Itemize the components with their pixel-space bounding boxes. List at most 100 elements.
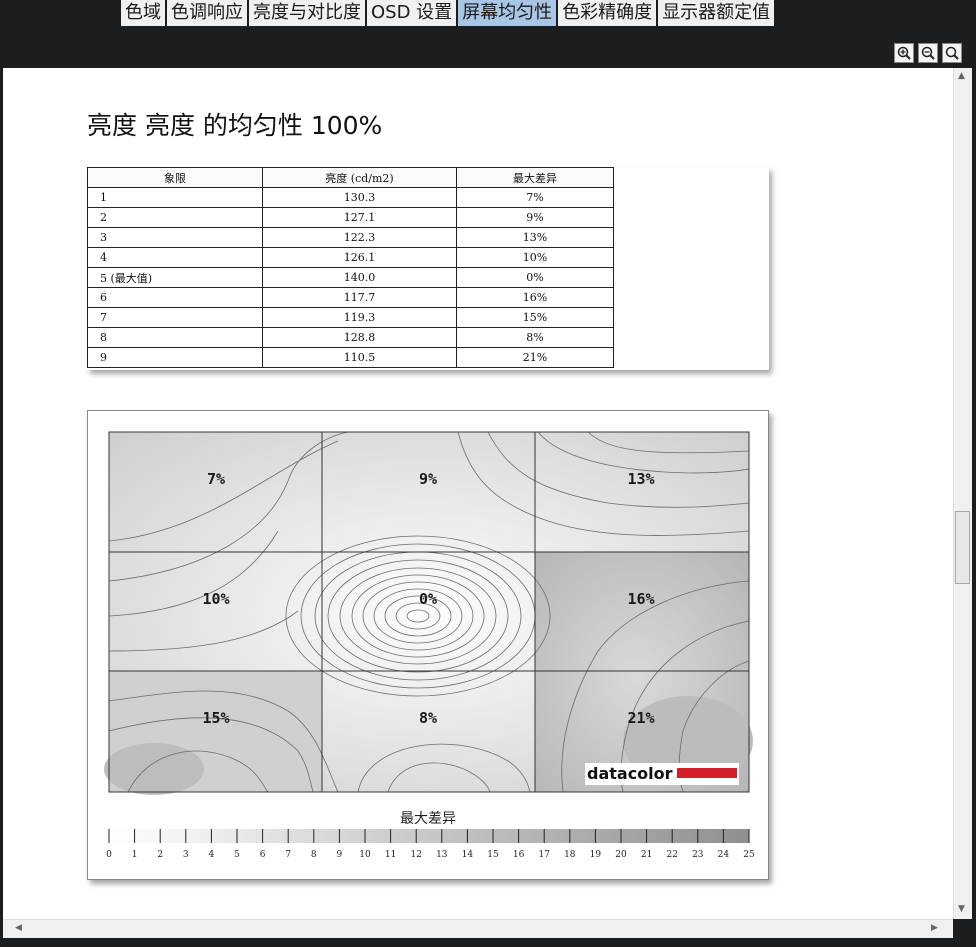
scroll-right-icon[interactable]: ▶ [931,923,938,933]
legend-tick-label: 25 [743,850,755,860]
table-row: 5 (最大值) 140.0 0% [87,267,614,288]
zoom-in-icon [897,46,911,60]
tab-screen-uniformity[interactable]: 屏幕均匀性 [458,0,557,26]
table-cell: 9% [456,207,614,228]
vertical-scroll-thumb[interactable] [955,511,970,584]
legend-tick-label: 15 [487,850,499,860]
uniformity-heatmap: 7% 9% 13% 10% 0% 16% 15% 8% 21% datacolo… [104,431,755,860]
tab-color-accuracy[interactable]: 色彩精确度 [558,0,657,26]
legend-tick-label: 20 [615,850,627,860]
legend-tick-label: 0 [106,850,112,860]
legend-tick-label: 24 [718,850,730,860]
zoom-out-icon [921,46,935,60]
legend-tick-label: 23 [692,850,704,860]
table-cell: 110.5 [262,347,457,368]
column-header: 亮度 (cd/m2) [262,167,457,188]
table-cell: 13% [456,227,614,248]
legend-tick-label: 10 [359,850,371,860]
quadrant-label: 10% [202,590,229,608]
quadrant-table: 象限 亮度 (cd/m2) 最大差异 1 130.3 7% 2 127.1 9% 3 12… [87,167,614,368]
legend-tick-label: 18 [564,850,576,860]
quadrant-label: 9% [419,470,437,488]
tab-osd-settings[interactable]: OSD 设置 [367,0,457,26]
report-viewport: 亮度 亮度 的均匀性 100% 象限 亮度 (cd/m2) 最大差异 1 130.… [3,68,953,919]
table-row: 7 119.3 15% [87,307,614,328]
table-cell: 0% [456,267,614,288]
quadrant-label: 21% [627,709,654,727]
legend-tick-label: 11 [385,850,396,860]
tab-color-gamut[interactable]: 色域 [121,0,165,26]
table-cell: 15% [456,307,614,328]
legend-tick-label: 12 [410,850,421,860]
quadrant-label: 7% [207,470,225,488]
table-cell: 117.7 [262,287,457,308]
datacolor-logo: datacolor [585,763,739,785]
quadrant-label: 8% [419,709,437,727]
table-cell: 126.1 [262,247,457,268]
table-cell: 7 [87,307,263,328]
legend-tick-label: 9 [337,850,343,860]
legend-tick-label: 4 [209,850,215,860]
legend-scale: 0 1 2 3 4 5 6 7 8 9 10 11 12 13 14 15 16 17 18 19 20 21 22 23 24… [106,829,755,860]
legend-tick-label: 19 [590,850,602,860]
legend-tick-label: 2 [157,850,163,860]
zoom-fit-icon [945,46,959,60]
column-header: 象限 [87,167,263,188]
legend-tick-label: 3 [183,850,189,860]
table-cell: 1 [87,187,263,208]
scroll-left-icon[interactable]: ◀ [15,923,22,933]
scroll-up-icon[interactable]: ▲ [958,71,965,81]
table-cell: 4 [87,247,263,268]
zoom-out-button[interactable] [918,43,938,63]
table-row: 1 130.3 7% [87,187,614,208]
quadrant-label: 15% [202,709,229,727]
table-row: 3 122.3 13% [87,227,614,248]
legend-tick-label: 6 [260,850,266,860]
table-cell: 10% [456,247,614,268]
uniformity-heatmap-card: 7% 9% 13% 10% 0% 16% 15% 8% 21% datacolo… [87,410,769,880]
zoom-fit-button[interactable] [942,43,962,63]
table-cell: 6 [87,287,263,308]
legend-tick-label: 8 [311,850,317,860]
legend-title: 最大差异 [400,811,456,827]
legend-tick-label: 14 [462,850,474,860]
quadrant-label: 0% [419,590,437,608]
table-cell: 119.3 [262,307,457,328]
table-cell: 2 [87,207,263,228]
legend-tick-label: 13 [436,850,448,860]
logo-text: datacolor [587,764,673,783]
quadrant-label: 16% [627,590,654,608]
tab-tone-response[interactable]: 色调响应 [167,0,247,26]
legend-tick-label: 21 [641,850,652,860]
table-cell: 140.0 [262,267,457,288]
table-cell: 130.3 [262,187,457,208]
scroll-down-icon[interactable]: ▼ [958,904,965,914]
tab-bar: 色域 色调响应 亮度与对比度 OSD 设置 屏幕均匀性 色彩精确度 显示器额定值 [121,0,776,28]
legend-tick-label: 17 [538,850,550,860]
table-cell: 3 [87,227,263,248]
zoom-toolbar [894,43,962,63]
table-cell: 7% [456,187,614,208]
quadrant-label: 13% [627,470,654,488]
table-row: 2 127.1 9% [87,207,614,228]
vertical-scrollbar[interactable]: ▲ ▼ [953,68,972,919]
contour-region [104,743,204,795]
heatmap-plot: 7% 9% 13% 10% 0% 16% 15% 8% 21% datacolo… [104,431,753,795]
zoom-in-button[interactable] [894,43,914,63]
legend-tick-label: 22 [666,850,677,860]
table-cell: 16% [456,287,614,308]
table-cell: 5 (最大值) [87,267,263,288]
page-title: 亮度 亮度 的均匀性 100% [87,111,383,140]
table-cell: 127.1 [262,207,457,228]
table-row: 6 117.7 16% [87,287,614,308]
table-cell: 8 [87,327,263,348]
logo-bar [677,768,737,778]
column-header: 最大差异 [456,167,614,188]
legend-tick-label: 7 [285,850,291,860]
table-row: 4 126.1 10% [87,247,614,268]
table-row: 8 128.8 8% [87,327,614,348]
legend-tick-label: 1 [132,850,138,860]
tab-display-rating[interactable]: 显示器额定值 [658,0,775,26]
horizontal-scrollbar[interactable]: ◀ ▶ [3,919,953,938]
tab-brightness-contrast[interactable]: 亮度与对比度 [249,0,365,26]
